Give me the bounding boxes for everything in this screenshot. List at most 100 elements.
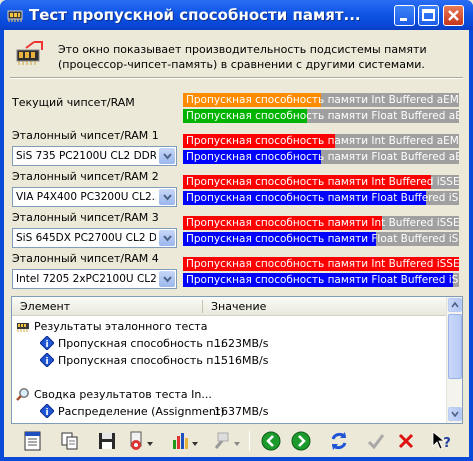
list-item-label: Распределение (Assignment)	[58, 405, 225, 418]
list-blank-row	[12, 369, 447, 386]
report-icon	[24, 431, 41, 451]
chevron-up-icon	[451, 302, 459, 308]
info-icon: i	[40, 353, 54, 367]
reference-2-label: Эталонный чипсет/RAM 2	[12, 170, 159, 183]
scroll-up-button[interactable]	[448, 298, 462, 312]
reference-2-int-bar: Пропускная способность памяти Int Buffer…	[183, 175, 459, 189]
close-button[interactable]	[443, 5, 464, 26]
help-button[interactable]: ?	[429, 428, 455, 454]
save-button[interactable]	[94, 428, 120, 454]
reference-2-int-bar-text: Пропускная способность памяти Int Buffer…	[186, 176, 459, 188]
scroll-thumb[interactable]	[448, 314, 462, 379]
svg-text:?: ?	[443, 436, 451, 451]
refresh-button[interactable]	[326, 428, 352, 454]
reference-4-float-bar: Пропускная способность памяти Float Buff…	[183, 273, 459, 287]
chevron-down-icon	[451, 411, 459, 417]
reference-1-dropdown-button[interactable]	[159, 148, 175, 164]
reference-2-dropdown-button[interactable]	[159, 189, 175, 205]
list-group-row[interactable]: Результаты эталонного теста	[12, 318, 447, 335]
chevron-down-icon	[162, 234, 172, 242]
copy-button[interactable]	[57, 428, 83, 454]
svg-text:i: i	[45, 340, 48, 350]
vertical-scrollbar[interactable]	[446, 297, 462, 423]
list-item[interactable]: i Пропускная способность п... 1516MB/s	[12, 352, 447, 369]
reference-1-int-bar: Пропускная способность памяти Int Buffer…	[183, 134, 459, 148]
reference-2-float-bar: Пропускная способность памяти Float Buff…	[183, 191, 459, 205]
copy-icon	[61, 432, 78, 450]
reference-4-dropdown-button[interactable]	[159, 271, 175, 287]
reference-3-int-bar: Пропускная способность памяти Int Buffer…	[183, 216, 459, 230]
reference-3-dropdown-button[interactable]	[159, 230, 175, 246]
chevron-down-icon	[162, 275, 172, 283]
wizard-button[interactable]	[210, 428, 244, 454]
minimize-icon	[400, 18, 407, 21]
memory-benchmark-icon	[16, 41, 43, 65]
reference-1-float-bar-text: Пропускная способность памяти Float Buff…	[186, 151, 459, 163]
list-group-row[interactable]: Сводка результатов теста In...	[12, 386, 447, 403]
close-icon	[448, 10, 459, 21]
reference-3-selected: SiS 645DX PC2700U CL2 DDR	[16, 232, 156, 244]
list-item-label: Пропускная способность п...	[58, 337, 224, 350]
forward-icon	[291, 431, 311, 451]
reference-4-int-bar-text: Пропускная способность памяти Int Buffer…	[186, 258, 459, 270]
options-icon	[130, 431, 153, 450]
reference-2-selected: VIA P4X400 PC3200U CL2.5 [	[16, 191, 156, 203]
info-icon: i	[40, 404, 54, 418]
toolbar: ?	[8, 426, 465, 456]
column-header-value[interactable]: Значение	[211, 300, 266, 313]
reference-4-label: Эталонный чипсет/RAM 4	[12, 252, 159, 265]
back-icon	[261, 431, 281, 451]
column-header-item[interactable]: Элемент	[20, 300, 70, 313]
scroll-down-button[interactable]	[448, 407, 462, 421]
checkmark-icon	[367, 434, 385, 450]
reference-1-int-bar-text: Пропускная способность памяти Int Buffer…	[186, 135, 459, 147]
window: Тест пропускной способности памят... Это…	[0, 0, 473, 461]
reference-3-int-bar-text: Пропускная способность памяти Int Buffer…	[186, 217, 459, 229]
maximize-button[interactable]	[418, 5, 439, 26]
memory-icon	[17, 323, 29, 332]
forward-button[interactable]	[288, 428, 314, 454]
current-chipset-label: Текущий чипсет/RAM	[12, 96, 135, 109]
cancel-button[interactable]	[393, 428, 419, 454]
save-icon	[99, 433, 115, 449]
current-int-bar: Пропускная способность памяти Int Buffer…	[183, 93, 459, 107]
reference-1-float-bar: Пропускная способность памяти Float Buff…	[183, 150, 459, 164]
chevron-down-icon	[162, 193, 172, 201]
report-button[interactable]	[20, 428, 46, 454]
ok-button[interactable]	[363, 428, 389, 454]
list-item-value: 1516MB/s	[214, 354, 269, 367]
back-button[interactable]	[258, 428, 284, 454]
chevron-down-icon	[162, 152, 172, 160]
wizard-icon	[214, 432, 240, 449]
list-item-label: Результаты эталонного теста	[34, 320, 208, 333]
reference-1-select[interactable]: SiS 735 PC2100U CL2 DDR (A	[12, 146, 177, 166]
list-header: Элемент Значение	[12, 297, 447, 316]
reference-3-float-bar-text: Пропускная способность памяти Float Buff…	[186, 233, 459, 245]
info-icon: i	[40, 336, 54, 350]
reference-3-float-bar: Пропускная способность памяти Float Buff…	[183, 232, 459, 246]
memory-chip-icon	[7, 10, 23, 22]
magnifier-icon	[16, 388, 29, 401]
reference-1-label: Эталонный чипсет/RAM 1	[12, 129, 159, 142]
maximize-icon	[422, 9, 435, 21]
title-bar[interactable]: Тест пропускной способности памят...	[0, 0, 473, 30]
list-item-value: 1623MB/s	[214, 337, 269, 350]
column-divider[interactable]	[202, 300, 203, 313]
current-int-bar-text: Пропускная способность памяти Int Buffer…	[186, 94, 459, 106]
toolbar-separator	[249, 431, 250, 451]
list-item[interactable]: i Пропускная способность п... 1623MB/s	[12, 335, 447, 352]
reference-3-select[interactable]: SiS 645DX PC2700U CL2 DDR	[12, 228, 177, 248]
minimize-button[interactable]	[394, 5, 415, 26]
svg-text:i: i	[45, 408, 48, 418]
list-item[interactable]: i Распределение (Assignment) 1637MB/s	[12, 403, 447, 420]
reference-2-select[interactable]: VIA P4X400 PC3200U CL2.5 [	[12, 187, 177, 207]
reference-4-selected: Intel 7205 2xPC2100U CL2 D	[16, 273, 156, 285]
options-button[interactable]	[124, 428, 158, 454]
reference-1-selected: SiS 735 PC2100U CL2 DDR (A	[16, 150, 156, 162]
results-list[interactable]: Элемент Значение Результаты эталонного т…	[11, 296, 463, 424]
header-divider	[10, 77, 463, 79]
reference-3-label: Эталонный чипсет/RAM 3	[12, 211, 159, 224]
reference-4-select[interactable]: Intel 7205 2xPC2100U CL2 D	[12, 269, 177, 289]
reference-4-float-bar-text: Пропускная способность памяти Float Buff…	[186, 274, 459, 286]
chart-button[interactable]	[168, 428, 202, 454]
